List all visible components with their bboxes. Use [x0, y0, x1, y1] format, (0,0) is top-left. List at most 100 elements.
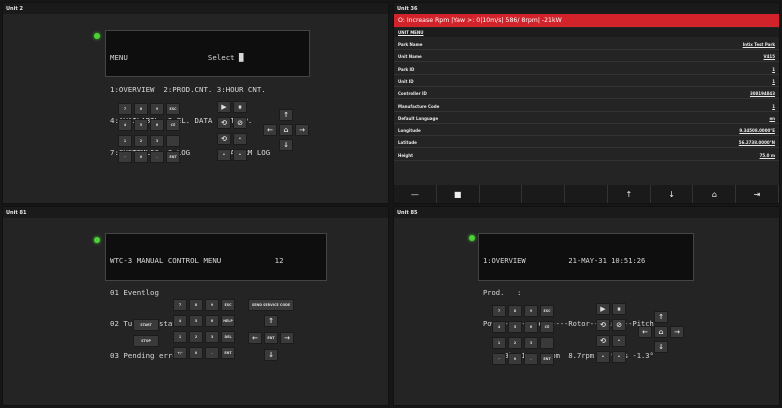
- keypad-key[interactable]: 9: [150, 103, 164, 115]
- keypad-key[interactable]: 6: [524, 321, 538, 333]
- row-value-link[interactable]: Intix Test Park: [743, 42, 775, 47]
- ent-button[interactable]: ENT: [264, 332, 278, 344]
- send-service-code-button[interactable]: SEND SERVICE CODE: [248, 299, 294, 311]
- keypad-key[interactable]: 1: [173, 331, 187, 343]
- keypad-key[interactable]: 3: [150, 135, 164, 147]
- keypad-key[interactable]: 0: [134, 151, 148, 163]
- keypad-key[interactable]: 6: [205, 315, 219, 327]
- toolbar-button[interactable]: ⌂: [693, 185, 737, 203]
- keypad-key[interactable]: 8: [189, 299, 203, 311]
- function-key[interactable]: ·: [612, 335, 626, 347]
- keypad-key[interactable]: [540, 337, 554, 349]
- pause-button[interactable]: ⏸: [612, 303, 626, 315]
- keypad-key[interactable]: ENT: [221, 347, 235, 359]
- keypad-key[interactable]: ESC: [221, 299, 235, 311]
- row-value-link[interactable]: 75.0 m: [760, 153, 775, 158]
- arrow-up-button[interactable]: ↑: [264, 315, 278, 327]
- row-value-link[interactable]: 308194843: [750, 91, 775, 96]
- keypad-key[interactable]: 6: [150, 119, 164, 131]
- arrow-down-button[interactable]: ↓: [279, 139, 293, 151]
- stop-icon[interactable]: ⊘: [612, 319, 626, 331]
- keypad-key[interactable]: 2: [508, 337, 522, 349]
- keypad-key[interactable]: 3: [205, 331, 219, 343]
- start-button[interactable]: START: [133, 319, 159, 331]
- keypad-key[interactable]: -: [492, 353, 506, 365]
- row-value-link[interactable]: 9.34508.0000°E: [739, 128, 775, 133]
- keypad-key[interactable]: CE: [540, 321, 554, 333]
- keypad-key[interactable]: 2: [189, 331, 203, 343]
- toolbar-button[interactable]: ⇥: [736, 185, 780, 203]
- keypad-key[interactable]: HELP: [221, 315, 235, 327]
- keypad-key[interactable]: 0: [508, 353, 522, 365]
- keypad-key[interactable]: 7: [492, 305, 506, 317]
- arrow-right-button[interactable]: →: [280, 332, 294, 344]
- function-key[interactable]: ·: [596, 351, 610, 363]
- keypad-key[interactable]: -: [118, 151, 132, 163]
- arrow-right-button[interactable]: →: [295, 124, 309, 136]
- keypad-key[interactable]: 1: [492, 337, 506, 349]
- toolbar-button[interactable]: ■: [437, 185, 480, 203]
- keypad-key[interactable]: .: [205, 347, 219, 359]
- keypad-key[interactable]: 2: [134, 135, 148, 147]
- keypad-key[interactable]: 5: [508, 321, 522, 333]
- keypad-key[interactable]: 9: [524, 305, 538, 317]
- keypad-key[interactable]: .: [524, 353, 538, 365]
- keypad-key[interactable]: ESC: [166, 103, 180, 115]
- keypad-key[interactable]: 4: [173, 315, 187, 327]
- play-pause-button[interactable]: ▶: [596, 303, 610, 315]
- toolbar-button[interactable]: ↓: [651, 185, 694, 203]
- toolbar-button[interactable]: [565, 185, 608, 203]
- arrow-up-button[interactable]: ↑: [279, 109, 293, 121]
- keypad-key[interactable]: 5: [134, 119, 148, 131]
- row-value-link[interactable]: V415: [764, 54, 775, 59]
- keypad-key[interactable]: CE: [166, 119, 180, 131]
- stop-button[interactable]: STOP: [133, 335, 159, 347]
- toolbar-button[interactable]: ↑: [608, 185, 651, 203]
- row-value-link[interactable]: 1: [772, 79, 775, 84]
- keypad-key[interactable]: 3: [524, 337, 538, 349]
- keypad-key[interactable]: .: [150, 151, 164, 163]
- stop-icon[interactable]: ⊘: [233, 117, 247, 129]
- keypad-key[interactable]: +/-: [173, 347, 187, 359]
- row-value-link[interactable]: 1: [772, 104, 775, 109]
- keypad-key[interactable]: 0: [189, 347, 203, 359]
- reset-icon[interactable]: ⟲: [217, 117, 231, 129]
- keypad-key[interactable]: 8: [134, 103, 148, 115]
- reset-icon[interactable]: ⟲: [217, 133, 231, 145]
- keypad-key[interactable]: 9: [205, 299, 219, 311]
- toolbar-button[interactable]: —: [394, 185, 437, 203]
- keypad-key[interactable]: DEL: [221, 331, 235, 343]
- reset-icon[interactable]: ⟲: [596, 319, 610, 331]
- keypad-key[interactable]: [166, 135, 180, 147]
- keypad-key[interactable]: ESC: [540, 305, 554, 317]
- keypad-key[interactable]: 7: [118, 103, 132, 115]
- function-key[interactable]: ·: [612, 351, 626, 363]
- row-value-link[interactable]: 1: [772, 67, 775, 72]
- row-value-link[interactable]: en: [769, 116, 775, 121]
- toolbar-button[interactable]: [522, 185, 566, 203]
- arrow-right-button[interactable]: →: [670, 326, 684, 338]
- keypad-key[interactable]: 5: [189, 315, 203, 327]
- function-key[interactable]: ·: [217, 149, 231, 161]
- home-button[interactable]: ⌂: [654, 326, 668, 338]
- keypad-key[interactable]: 7: [173, 299, 187, 311]
- keypad-key[interactable]: 4: [492, 321, 506, 333]
- arrow-left-button[interactable]: ←: [638, 326, 652, 338]
- arrow-left-button[interactable]: ←: [248, 332, 262, 344]
- keypad-key[interactable]: 8: [508, 305, 522, 317]
- row-value-link[interactable]: 56.2738.0000°N: [739, 140, 775, 145]
- keypad-key[interactable]: 4: [118, 119, 132, 131]
- arrow-down-button[interactable]: ↓: [264, 349, 278, 361]
- toolbar-button[interactable]: [480, 185, 523, 203]
- arrow-left-button[interactable]: ←: [263, 124, 277, 136]
- arrow-down-button[interactable]: ↓: [654, 341, 668, 353]
- keypad-key[interactable]: ENT: [166, 151, 180, 163]
- home-button[interactable]: ⌂: [279, 124, 293, 136]
- play-pause-button[interactable]: ▶: [217, 101, 231, 113]
- keypad-key[interactable]: 1: [118, 135, 132, 147]
- function-key[interactable]: ·: [233, 133, 247, 145]
- function-key[interactable]: ·: [233, 149, 247, 161]
- reset-icon[interactable]: ⟲: [596, 335, 610, 347]
- keypad-key[interactable]: ENT: [540, 353, 554, 365]
- arrow-up-button[interactable]: ↑: [654, 311, 668, 323]
